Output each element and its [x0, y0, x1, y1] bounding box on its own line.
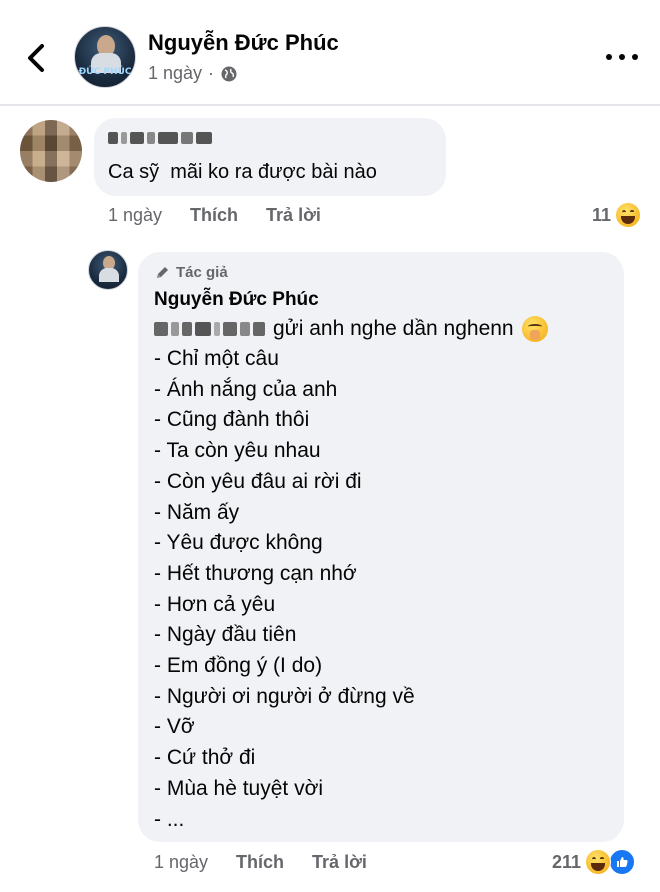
commenter-name-redacted[interactable]: [108, 130, 218, 146]
reply-reaction-count: 211: [552, 851, 582, 872]
author-badge: Tác giả: [154, 264, 228, 281]
mentioned-name-redacted[interactable]: [154, 322, 265, 336]
author-name[interactable]: Nguyễn Đức Phúc: [148, 30, 339, 56]
list-item: - Ánh nắng của anh: [154, 377, 338, 401]
author-badge-label: Tác giả: [176, 264, 228, 281]
back-button[interactable]: [22, 38, 52, 78]
song-list: - Chỉ một câu - Ánh nắng của anh - Cũng …: [154, 344, 415, 835]
reaction-count: 11: [592, 204, 612, 225]
reply-like-button[interactable]: Thích: [236, 852, 284, 873]
comment-actions: 1 ngày Thích Trả lời: [108, 205, 321, 226]
reply-author-avatar[interactable]: [88, 250, 128, 290]
reply-actions: 1 ngày Thích Trả lời: [154, 852, 367, 873]
reply-intro: gửi anh nghe dần nghenn: [154, 316, 548, 342]
list-item: - Năm ấy: [154, 500, 240, 524]
list-item: - Ngày đầu tiên: [154, 623, 297, 647]
list-item: - Mùa hè tuyệt vời: [154, 776, 324, 800]
header-divider: [0, 104, 660, 106]
globe-icon: [221, 66, 237, 81]
list-item: - Ta còn yêu nhau: [154, 439, 321, 463]
post-header: ĐỨC PHÚC Nguyễn Đức Phúc 1 ngày ·: [0, 0, 660, 104]
reply-button[interactable]: Trả lời: [266, 205, 321, 226]
list-item: - Chỉ một câu: [154, 347, 279, 370]
pencil-icon: [157, 266, 168, 278]
reply-reactions[interactable]: 211: [552, 849, 636, 875]
commenter-avatar[interactable]: [20, 120, 82, 182]
list-item: - Cứ thở đi: [154, 746, 256, 770]
reply-intro-text: gửi anh nghe dần nghenn: [273, 317, 514, 340]
like-button[interactable]: Thích: [190, 205, 238, 226]
shush-emoji-icon: [521, 316, 548, 342]
list-item: - Em đồng ý (I do): [154, 654, 323, 678]
author-avatar[interactable]: ĐỨC PHÚC: [74, 26, 136, 88]
more-options-button[interactable]: [606, 48, 638, 66]
list-item: - Cũng đành thôi: [154, 408, 310, 432]
list-item: - Hết thương cạn nhớ: [154, 561, 357, 585]
reply-author-name[interactable]: Nguyễn Đức Phúc: [154, 289, 319, 311]
post-meta: 1 ngày ·: [148, 63, 238, 84]
meta-separator: ·: [208, 63, 215, 83]
list-item: - Yêu được không: [154, 531, 323, 555]
comment-reactions[interactable]: 11: [592, 202, 642, 228]
post-time[interactable]: 1 ngày: [148, 63, 202, 84]
comment-bubble: Ca sỹ mãi ko ra được bài nào: [94, 118, 446, 196]
list-item: - Còn yêu đâu ai rời đi: [154, 469, 362, 493]
comment-text: Ca sỹ mãi ko ra được bài nào: [108, 161, 377, 183]
laugh-emoji-icon: [585, 849, 612, 875]
list-item: - Hơn cả yêu: [154, 592, 276, 616]
more-dots-icon: [606, 54, 612, 60]
list-item: - ...: [154, 807, 185, 831]
chevron-left-icon: [28, 44, 44, 72]
reply-reply-button[interactable]: Trả lời: [312, 852, 367, 873]
reply-time[interactable]: 1 ngày: [154, 852, 208, 873]
reply-bubble: Tác giả Nguyễn Đức Phúc gửi anh nghe dần…: [138, 252, 624, 842]
comment-time[interactable]: 1 ngày: [108, 205, 162, 226]
list-item: - Người ơi người ở đừng về: [154, 684, 415, 708]
list-item: - Vỡ: [154, 715, 195, 739]
like-thumb-icon: [609, 849, 636, 875]
laugh-emoji-icon: [615, 202, 642, 228]
avatar-caption: ĐỨC PHÚC: [78, 67, 132, 77]
